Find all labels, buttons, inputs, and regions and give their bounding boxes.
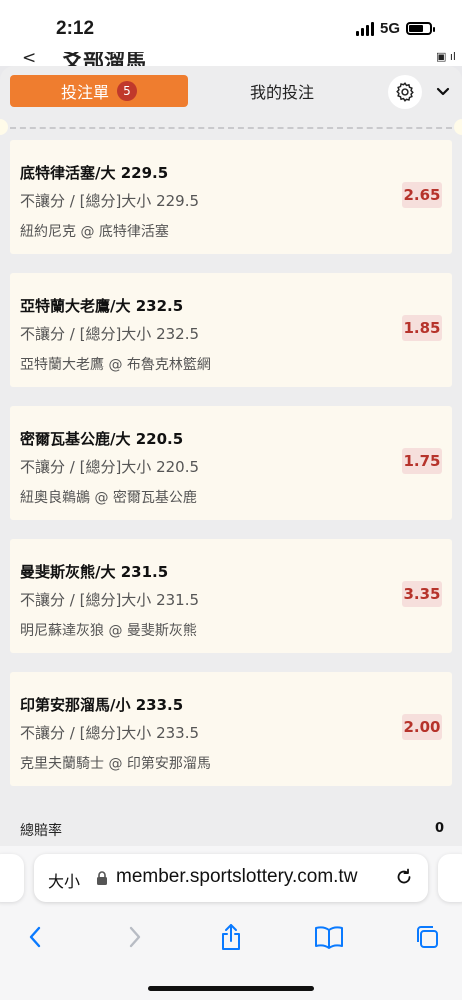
signal-icon [355, 21, 374, 36]
status-indicators: 5G [355, 20, 435, 37]
status-bar: 2:12 5G [0, 0, 462, 52]
tabs-icon [417, 926, 438, 948]
bet-odds: 2.00 [402, 714, 442, 740]
tab-betslip[interactable]: 投注單 5 [10, 75, 188, 107]
tab-my-bets-label: 我的投注 [249, 83, 314, 102]
previous-tab-peek[interactable] [0, 854, 24, 902]
underlying-back-icon: < [22, 52, 37, 66]
bookmarks-icon [315, 926, 343, 949]
tab-betslip-label: 投注單 [60, 83, 109, 102]
forward-icon [129, 926, 141, 948]
total-odds-row: 總賠率 0 [0, 806, 462, 846]
bet-match: 紐約尼克 @ 底特律活塞 [20, 224, 169, 240]
perforated-divider [0, 118, 462, 136]
bet-card[interactable]: 曼斐斯灰熊/大 231.5 不讓分 / [總分]大小 231.5 明尼蘇達灰狼 … [10, 539, 452, 653]
bet-market: 不讓分 / [總分]大小 231.5 [20, 591, 200, 609]
back-icon [29, 926, 41, 948]
bet-selection-title: 曼斐斯灰熊/大 231.5 [20, 563, 169, 581]
bet-selection-title: 底特律活塞/大 229.5 [20, 164, 169, 182]
forward-button[interactable] [118, 920, 152, 954]
text-size-button[interactable]: 大小 [48, 868, 80, 892]
bet-match: 亞特蘭大老鷹 @ 布魯克林籃網 [20, 357, 211, 373]
gear-icon [396, 82, 414, 102]
bookmarks-button[interactable] [312, 920, 346, 954]
share-button[interactable] [214, 920, 248, 954]
bet-card[interactable]: 印第安那溜馬/小 233.5 不讓分 / [總分]大小 233.5 克里夫蘭騎士… [10, 672, 452, 786]
back-button[interactable] [18, 920, 52, 954]
network-label: 5G [379, 20, 400, 37]
bet-market: 不讓分 / [總分]大小 220.5 [20, 458, 200, 476]
browser-toolbar [0, 916, 462, 956]
bet-market: 不讓分 / [總分]大小 229.5 [20, 192, 200, 210]
underlying-page-header: < 爻部溜馬 ▣ ıl [0, 52, 462, 66]
reload-icon[interactable] [394, 867, 414, 887]
bet-selection-title: 亞特蘭大老鷹/大 232.5 [20, 297, 184, 315]
bet-match: 克里夫蘭騎士 @ 印第安那溜馬 [20, 756, 211, 772]
total-odds-value: 0 [434, 821, 444, 836]
battery-icon [406, 22, 435, 35]
bet-card[interactable]: 密爾瓦基公鹿/大 220.5 不讓分 / [總分]大小 220.5 紐奧良鵜鶘 … [10, 406, 452, 520]
url-text: member.sportslottery.com.tw [116, 866, 358, 887]
total-odds-label: 總賠率 [20, 823, 62, 839]
bet-odds: 2.65 [402, 182, 442, 208]
bet-odds: 1.75 [402, 448, 442, 474]
chevron-down-icon [436, 87, 450, 96]
bet-market: 不讓分 / [總分]大小 233.5 [20, 724, 200, 742]
home-indicator [148, 986, 314, 991]
betslip-panel-header: 投注單 5 我的投注 [0, 66, 462, 118]
bet-card[interactable]: 亞特蘭大老鷹/大 232.5 不讓分 / [總分]大小 232.5 亞特蘭大老鷹… [10, 273, 452, 387]
bet-list: 底特律活塞/大 229.5 不讓分 / [總分]大小 229.5 紐約尼克 @ … [0, 136, 462, 806]
bet-selection-title: 密爾瓦基公鹿/大 220.5 [20, 430, 184, 448]
underlying-page-icons: ▣ ıl [435, 52, 456, 63]
bet-odds: 1.85 [402, 315, 442, 341]
next-tab-peek[interactable] [438, 854, 462, 902]
share-icon [222, 924, 240, 950]
settings-button[interactable] [388, 75, 422, 109]
bet-match: 明尼蘇達灰狼 @ 曼斐斯灰熊 [20, 623, 197, 639]
underlying-page-title: 爻部溜馬 [62, 52, 146, 66]
address-bar[interactable]: 大小 member.sportslottery.com.tw [34, 854, 428, 902]
lock-icon [97, 871, 107, 885]
bet-selection-title: 印第安那溜馬/小 233.5 [20, 696, 184, 714]
bet-odds: 3.35 [402, 581, 442, 607]
bet-market: 不讓分 / [總分]大小 232.5 [20, 325, 200, 343]
collapse-button[interactable] [432, 80, 454, 102]
tabs-button[interactable] [410, 920, 444, 954]
bet-card[interactable]: 底特律活塞/大 229.5 不讓分 / [總分]大小 229.5 紐約尼克 @ … [10, 140, 452, 254]
bet-match: 紐奧良鵜鶘 @ 密爾瓦基公鹿 [20, 490, 197, 506]
status-time: 2:12 [56, 18, 95, 39]
betslip-count-badge: 5 [117, 81, 137, 101]
tab-my-bets[interactable]: 我的投注 [200, 75, 364, 107]
browser-bottom-bar: 大小 member.sportslottery.com.tw [0, 846, 462, 1000]
